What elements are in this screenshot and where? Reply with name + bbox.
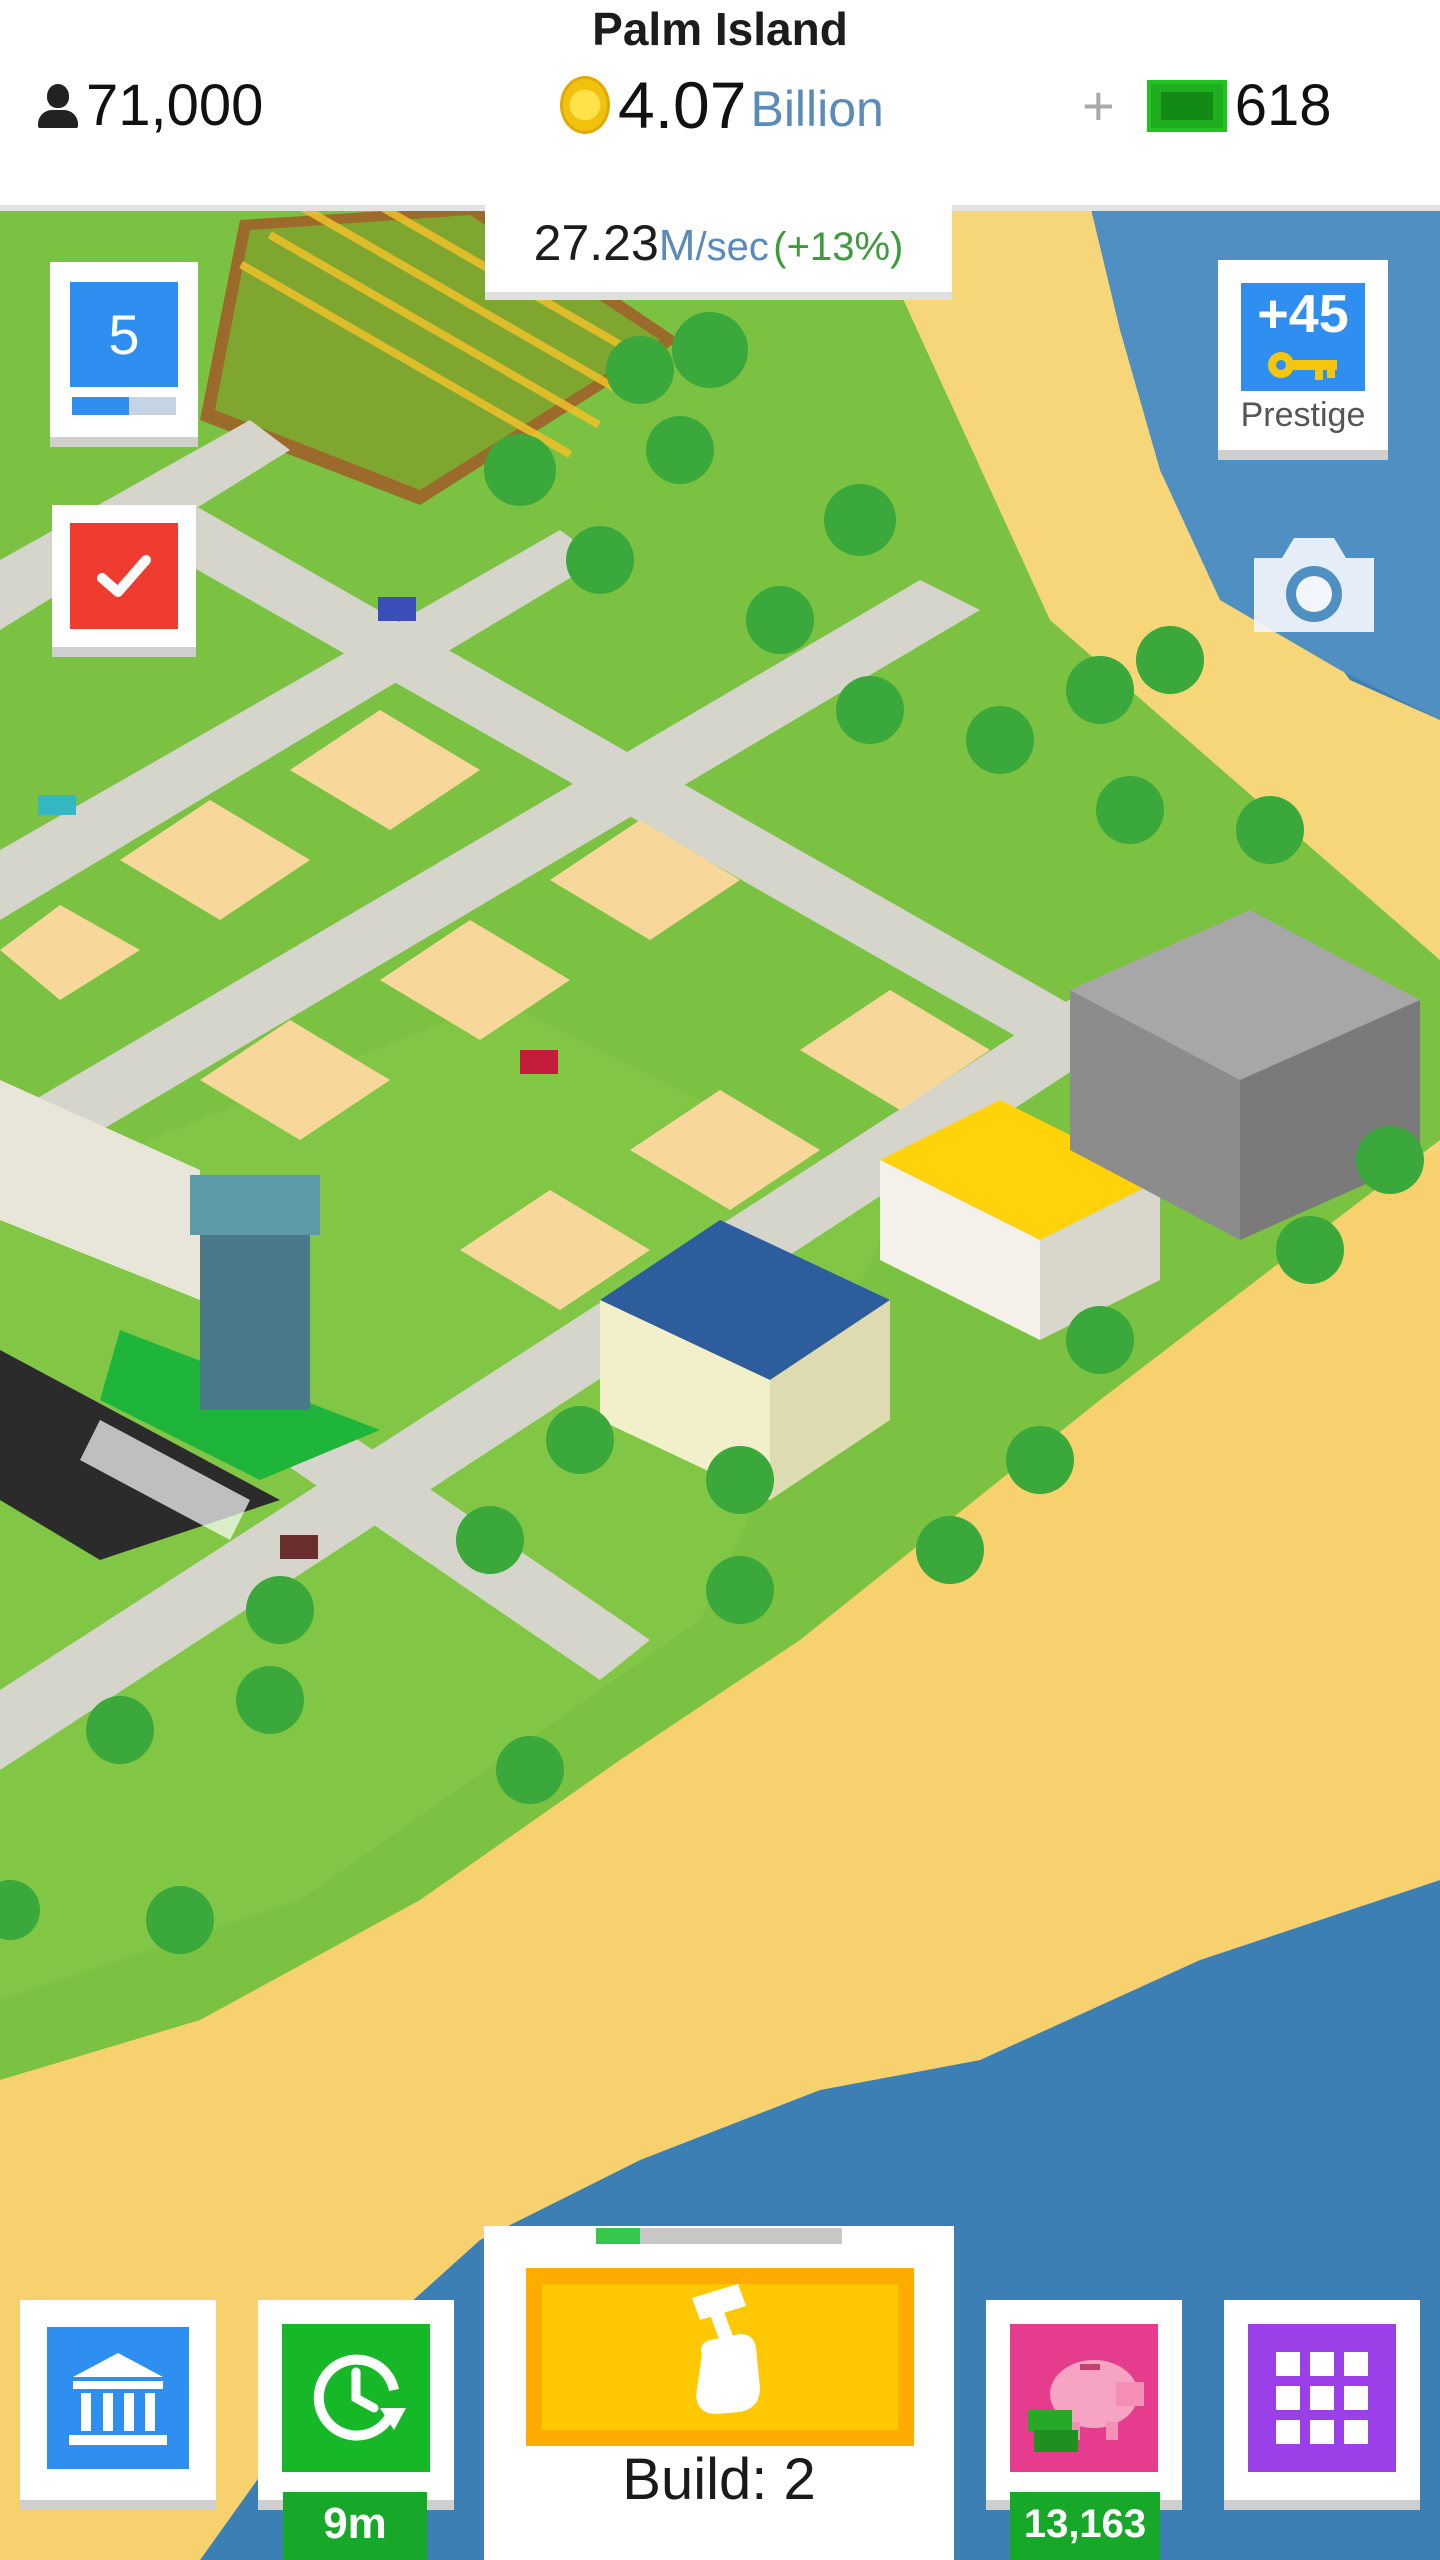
cash-counter[interactable]: + 618: [1082, 72, 1331, 139]
income-rate-value: 27.23: [533, 215, 659, 271]
income-rate-bonus: (+13%): [773, 225, 904, 269]
build-progress-bar: [596, 2228, 842, 2244]
build-button[interactable]: Build: 2: [484, 2226, 954, 2560]
menu-tile: [1248, 2324, 1396, 2472]
prestige-button[interactable]: +45 Prestige: [1218, 260, 1388, 450]
piggy-bank-button[interactable]: [986, 2300, 1182, 2500]
coins-value: 4.07: [618, 68, 747, 142]
cash-value: 618: [1234, 73, 1332, 138]
piggy-bank-tile: [1010, 2324, 1158, 2472]
island-map[interactable]: [0, 205, 1440, 2560]
income-rate: 27.23M/sec (+13%): [485, 200, 952, 292]
hammer-hand-icon: [692, 2284, 760, 2414]
checkmark-icon: [97, 555, 151, 597]
boost-button[interactable]: [258, 2300, 454, 2500]
boost-tile: [282, 2324, 430, 2472]
level-button[interactable]: 5: [50, 262, 198, 437]
island-name[interactable]: Palm Island: [0, 2, 1440, 56]
boost-timer: 9m: [283, 2492, 427, 2560]
piggy-bank-amount: 13,163: [1010, 2492, 1160, 2560]
prestige-keys-box: +45: [1241, 283, 1365, 391]
camera-icon[interactable]: [1246, 528, 1382, 640]
bank-tile: [47, 2327, 189, 2469]
prestige-label: Prestige: [1240, 396, 1366, 434]
build-tile: [526, 2268, 914, 2446]
level-progress-fill: [72, 397, 130, 415]
coins-unit: Billion: [750, 81, 884, 137]
level-progress-bar: [72, 397, 176, 415]
prestige-keys-value: +45: [1257, 284, 1349, 344]
person-icon: [38, 82, 78, 130]
income-rate-unit: M: [658, 221, 696, 270]
bank-button[interactable]: [20, 2300, 216, 2500]
bank-icon: [69, 2353, 167, 2445]
grid-icon: [1276, 2352, 1368, 2444]
tasks-button[interactable]: [52, 505, 196, 647]
coin-icon: [560, 76, 610, 134]
build-label: Build: 2: [622, 2447, 816, 2512]
population-value: 71,000: [86, 73, 264, 138]
top-header: Palm Island 71,000 4.07 Billion + 618: [0, 0, 1440, 205]
level-value: 5: [70, 282, 178, 387]
menu-button[interactable]: [1224, 2300, 1420, 2500]
income-rate-per: /sec: [695, 225, 769, 269]
cash-icon: [1146, 79, 1227, 132]
build-progress-fill: [596, 2228, 641, 2244]
tasks-box: [70, 523, 178, 629]
population-counter: 71,000: [38, 72, 263, 139]
coins-counter: 4.07 Billion: [560, 72, 884, 138]
plus-icon[interactable]: +: [1082, 77, 1115, 134]
piggy-bank-icon: [1028, 2360, 1144, 2452]
clock-refresh-icon: [313, 2354, 406, 2441]
key-icon: [1268, 352, 1337, 380]
